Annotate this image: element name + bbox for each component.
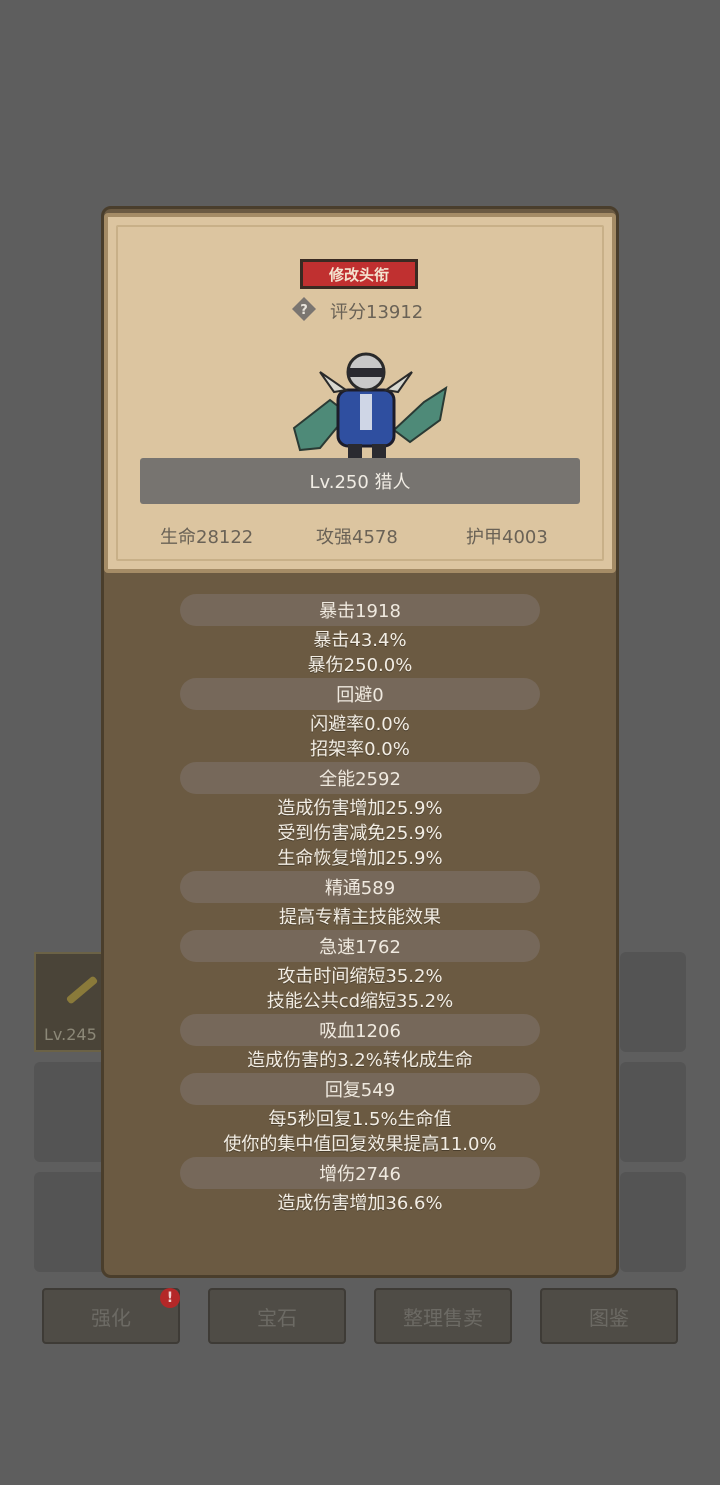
armor-stat: 护甲4003: [466, 527, 548, 548]
score-label: 评分13912: [330, 302, 424, 323]
stat-detail: 造成伤害增加25.9%: [277, 797, 443, 819]
gem-button[interactable]: 宝石: [208, 1288, 346, 1344]
stat-header-regen: 回复549: [180, 1073, 540, 1105]
attack-stat: 攻强4578: [316, 527, 398, 548]
stat-header-haste: 急速1762: [180, 930, 540, 962]
stat-detail: 造成伤害的3.2%转化成生命: [247, 1049, 473, 1071]
sort-sell-button[interactable]: 整理售卖: [374, 1288, 512, 1344]
stat-detail: 生命恢复增加25.9%: [277, 847, 443, 869]
stat-header-damage-bonus: 增伤2746: [180, 1157, 540, 1189]
codex-button[interactable]: 图鉴: [540, 1288, 678, 1344]
hunter-character-sprite: [292, 352, 448, 460]
stat-detail: 暴击43.4%: [313, 629, 407, 651]
stat-detail: 使你的集中值回复效果提高11.0%: [223, 1133, 497, 1155]
alert-badge-icon: !: [160, 1288, 180, 1308]
inventory-slot[interactable]: [620, 1062, 686, 1162]
stats-list: 暴击1918 暴击43.4% 暴伤250.0% 回避0 闪避率0.0% 招架率0…: [104, 592, 616, 1214]
level-class-banner: Lv.250 猎人: [140, 458, 580, 504]
stat-detail: 每5秒回复1.5%生命值: [268, 1108, 452, 1130]
stat-detail: 攻击时间缩短35.2%: [277, 965, 443, 987]
stat-detail: 提高专精主技能效果: [279, 906, 441, 928]
inventory-slot[interactable]: [620, 952, 686, 1052]
stat-detail: 受到伤害减免25.9%: [277, 822, 443, 844]
stat-header-mastery: 精通589: [180, 871, 540, 903]
stat-detail: 暴伤250.0%: [307, 654, 413, 676]
item-level: Lv.245: [44, 1025, 97, 1044]
svg-text:?: ?: [300, 303, 308, 318]
inventory-item-slot[interactable]: Lv.245: [34, 952, 106, 1052]
stat-detail: 闪避率0.0%: [310, 713, 410, 735]
hp-stat: 生命28122: [160, 527, 254, 548]
question-diamond-icon[interactable]: ?: [292, 297, 316, 321]
stat-detail: 招架率0.0%: [310, 738, 410, 760]
inventory-slot[interactable]: [34, 1062, 106, 1162]
stat-header-crit: 暴击1918: [180, 594, 540, 626]
stat-header-versatility: 全能2592: [180, 762, 540, 794]
stat-header-dodge: 回避0: [180, 678, 540, 710]
edit-title-button[interactable]: 修改头衔: [300, 259, 418, 289]
inventory-slot[interactable]: [620, 1172, 686, 1272]
weapon-item-icon: [65, 975, 99, 1005]
stat-detail: 技能公共cd缩短35.2%: [266, 990, 454, 1012]
stat-detail: 造成伤害增加36.6%: [277, 1192, 443, 1214]
stat-header-lifesteal: 吸血1206: [180, 1014, 540, 1046]
inventory-slot[interactable]: [34, 1172, 106, 1272]
